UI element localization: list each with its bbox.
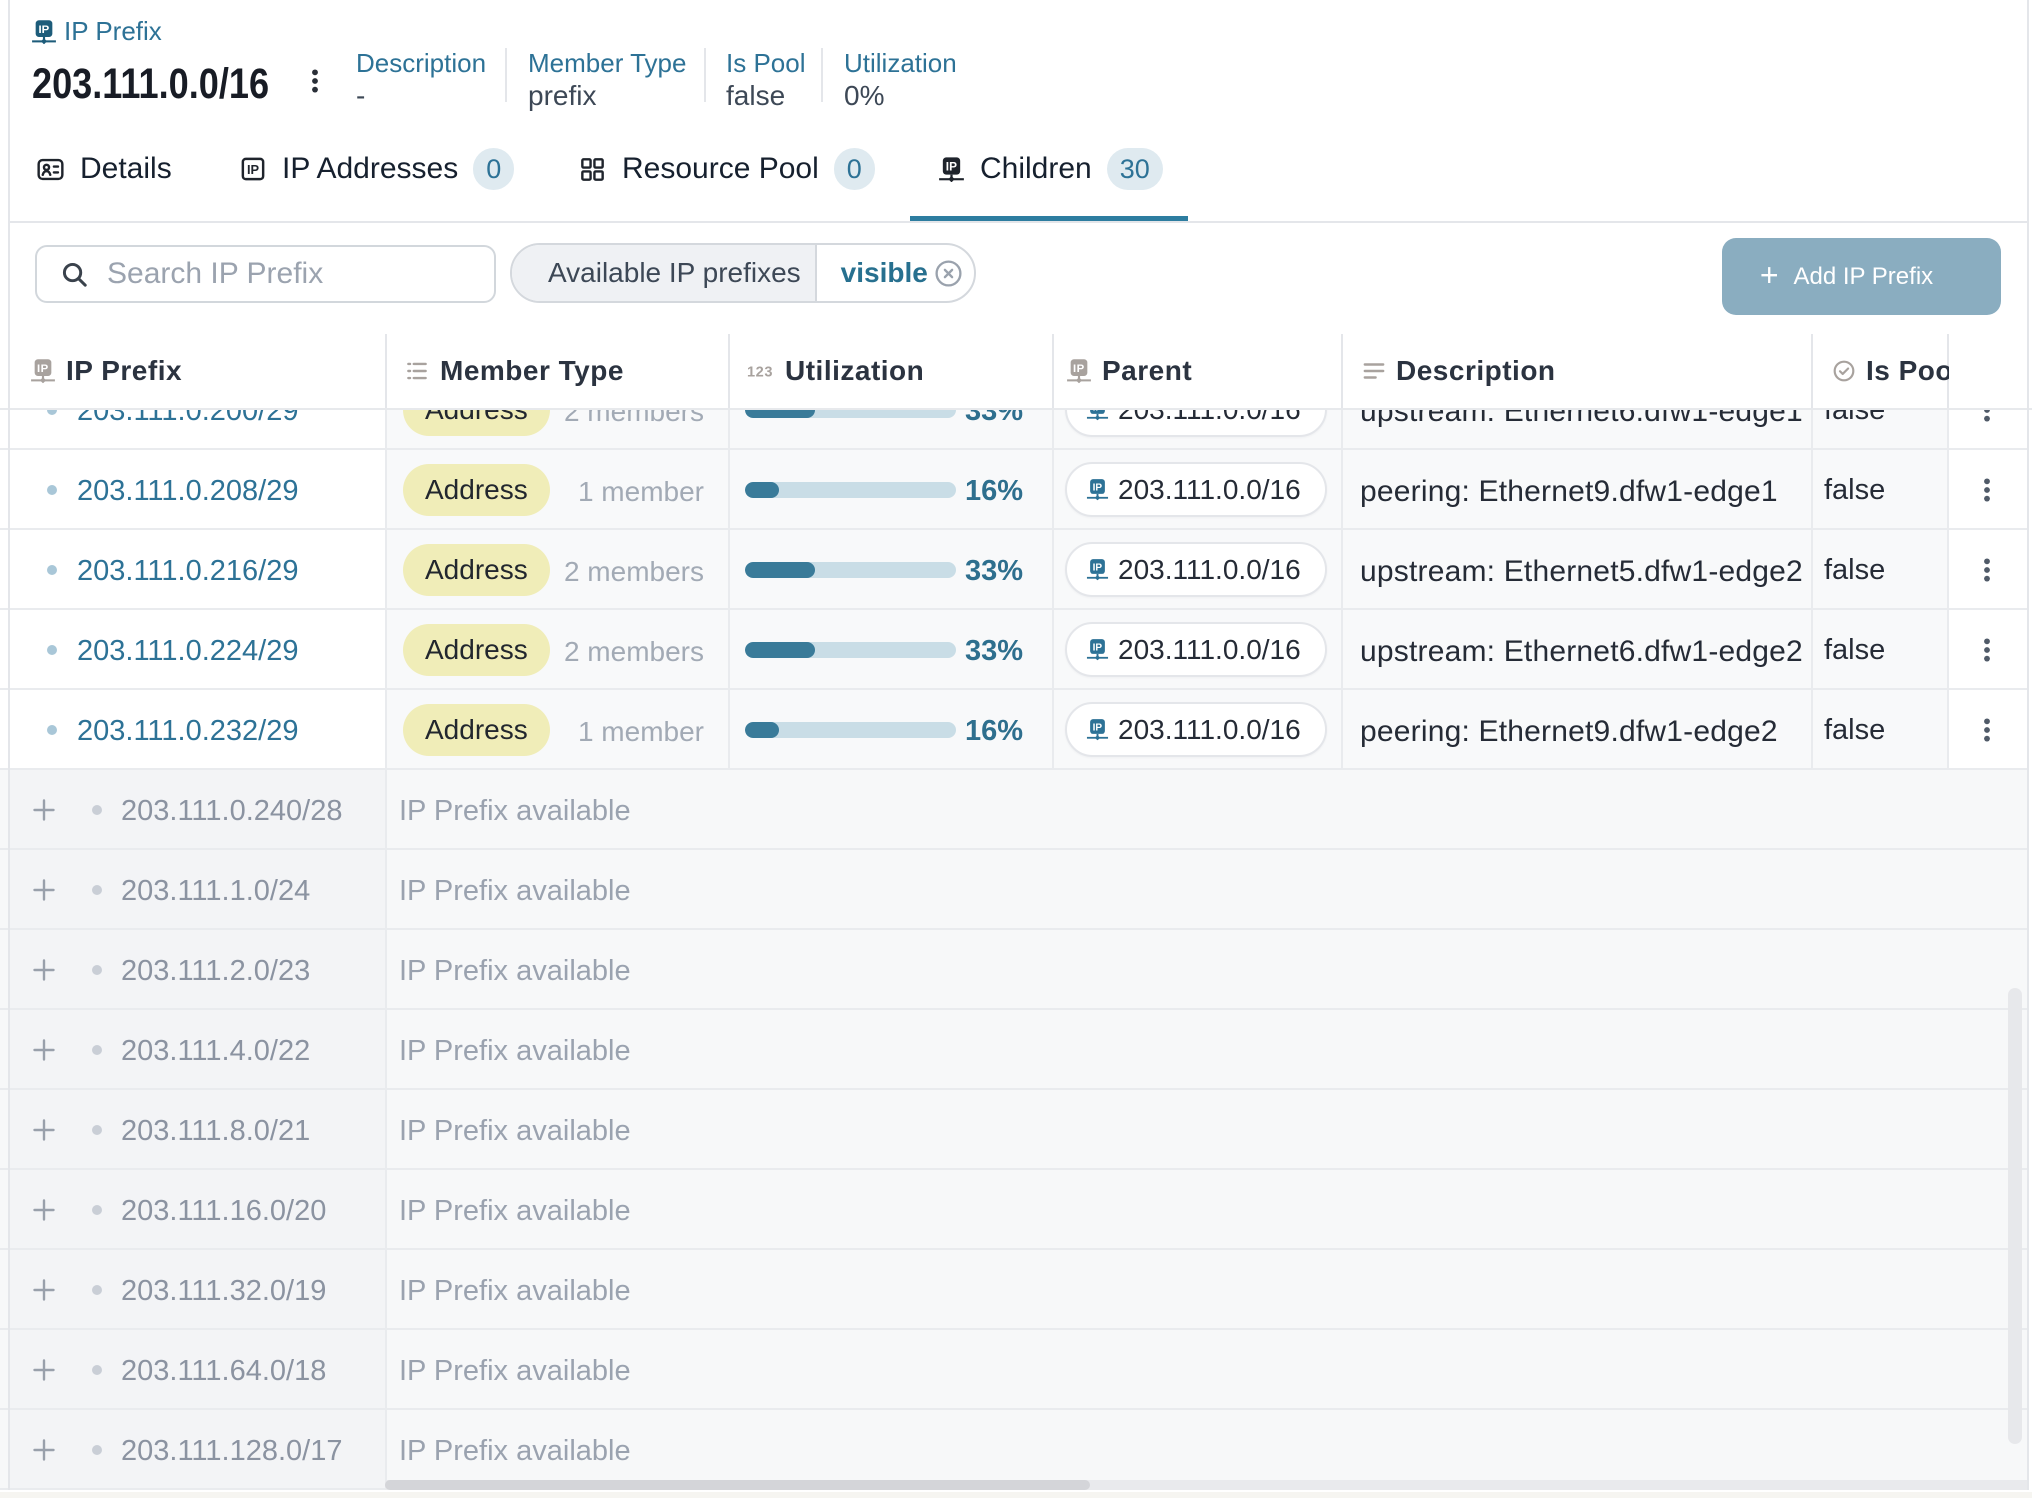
svg-text:IP: IP	[39, 24, 50, 36]
svg-text:IP: IP	[946, 159, 957, 173]
svg-text:IP: IP	[1093, 723, 1103, 734]
svg-text:IP: IP	[1093, 563, 1103, 574]
svg-text:IP: IP	[37, 363, 49, 375]
svg-text:123: 123	[747, 364, 773, 380]
svg-text:IP: IP	[1073, 363, 1085, 375]
svg-text:IP: IP	[1093, 643, 1103, 654]
svg-text:IP: IP	[247, 162, 260, 177]
svg-text:IP: IP	[1093, 483, 1103, 494]
